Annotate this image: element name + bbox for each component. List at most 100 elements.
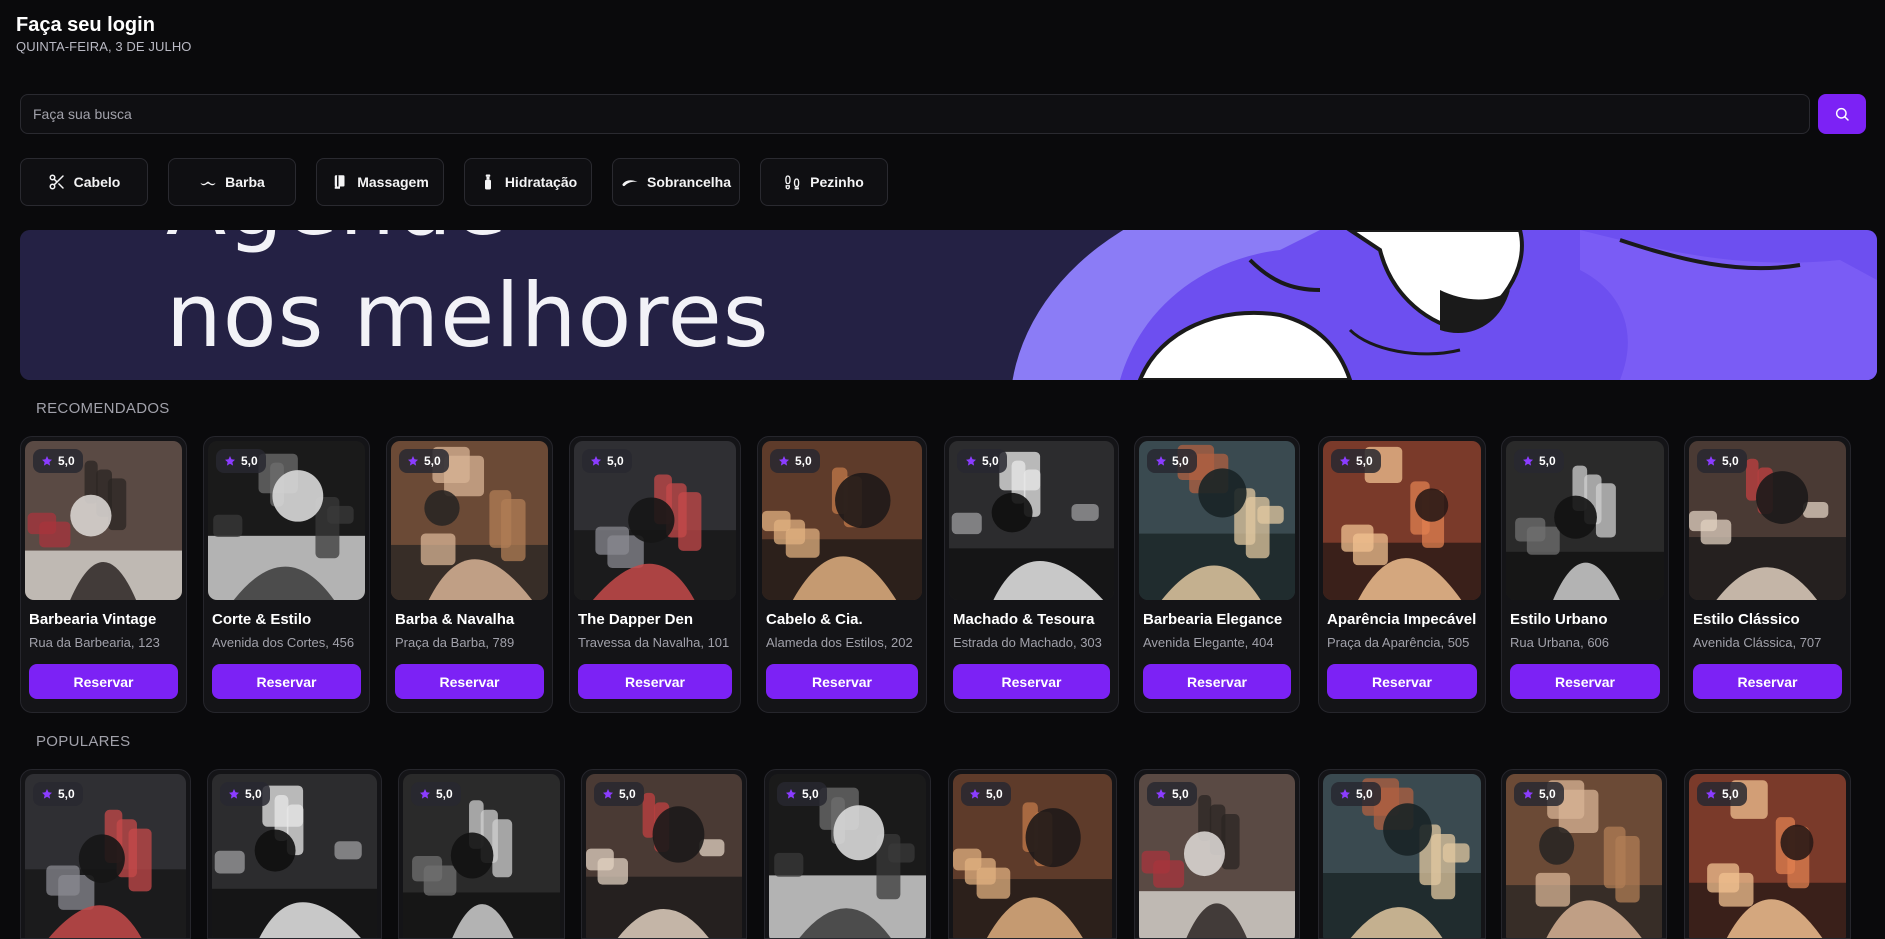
rating-badge: 5,0: [220, 782, 270, 806]
rating-badge: 5,0: [1147, 782, 1197, 806]
reserve-button[interactable]: Reservar: [1693, 664, 1842, 699]
quick-search-label: Sobrancelha: [646, 174, 732, 190]
barbershop-image[interactable]: 5,0: [1139, 441, 1295, 600]
reserve-button[interactable]: Reservar: [578, 664, 732, 699]
barbershop-image[interactable]: 5,0: [1323, 441, 1481, 600]
barbershop-image[interactable]: 5,0: [762, 441, 922, 600]
barbershop-address: Avenida Clássica, 707: [1693, 635, 1822, 650]
barbershop-card: 5,0: [764, 769, 931, 939]
quick-search-massagem[interactable]: Massagem: [316, 158, 444, 206]
rating-value: 5,0: [982, 454, 999, 468]
barbershop-image[interactable]: 5,0: [1689, 774, 1846, 938]
rating-value: 5,0: [607, 454, 624, 468]
quick-search-label: Massagem: [357, 174, 429, 190]
barbershop-name: Cabelo & Cia.: [766, 611, 863, 628]
star-icon: [420, 789, 430, 799]
barbershop-card: 5,0: [581, 769, 747, 939]
rating-badge: 5,0: [33, 782, 83, 806]
rating-value: 5,0: [245, 787, 262, 801]
quick-search-cabelo[interactable]: Cabelo: [20, 158, 148, 206]
reserve-button[interactable]: Reservar: [953, 664, 1110, 699]
barbershop-image[interactable]: 5,0: [586, 774, 742, 938]
quick-search-label: Barba: [225, 174, 265, 190]
barbershop-image[interactable]: 5,0: [574, 441, 736, 600]
barbershop-card: 5,0 Corte & Estilo Avenida dos Cortes, 4…: [203, 436, 370, 713]
barbershop-address: Avenida Elegante, 404: [1143, 635, 1274, 650]
rating-badge: 5,0: [957, 449, 1007, 473]
star-icon: [786, 789, 796, 799]
barbershop-name: Corte & Estilo: [212, 611, 312, 628]
rating-value: 5,0: [424, 454, 441, 468]
rating-value: 5,0: [241, 454, 258, 468]
spray-bottle-icon: [484, 174, 491, 190]
barbershop-name: Barbearia Elegance: [1143, 611, 1283, 628]
barbershop-card: 5,0: [1684, 769, 1851, 939]
barbershop-card: 5,0 The Dapper Den Travessa da Navalha, …: [569, 436, 741, 713]
barbershop-card: 5,0 Estilo Urbano Rua Urbana, 606 Reserv…: [1501, 436, 1669, 713]
current-date: QUINTA-FEIRA, 3 DE JULHO: [16, 39, 192, 54]
quick-search-sobrancelha[interactable]: Sobrancelha: [612, 158, 740, 206]
star-icon: [1156, 789, 1166, 799]
barbershop-image[interactable]: 5,0: [1506, 774, 1662, 938]
mustache-icon: [200, 181, 216, 186]
rating-badge: 5,0: [582, 449, 632, 473]
barbershop-address: Rua Urbana, 606: [1510, 635, 1610, 650]
rating-value: 5,0: [619, 787, 636, 801]
barbershop-name: The Dapper Den: [578, 611, 694, 628]
barbershop-image[interactable]: 5,0: [403, 774, 560, 938]
rating-value: 5,0: [1356, 787, 1373, 801]
rating-badge: 5,0: [770, 449, 820, 473]
rating-value: 5,0: [58, 454, 75, 468]
reserve-button[interactable]: Reservar: [29, 664, 178, 699]
rating-value: 5,0: [1722, 454, 1739, 468]
reserve-button[interactable]: Reservar: [1143, 664, 1291, 699]
rating-badge: 5,0: [1697, 449, 1747, 473]
barbershop-image[interactable]: 5,0: [953, 774, 1112, 938]
rating-badge: 5,0: [399, 449, 449, 473]
barbershop-image[interactable]: 5,0: [25, 774, 186, 938]
rating-badge: 5,0: [1147, 449, 1197, 473]
quick-search-label: Hidratação: [504, 174, 578, 190]
barbershop-image[interactable]: 5,0: [1323, 774, 1481, 938]
star-icon: [42, 789, 52, 799]
quick-search-hidratacao[interactable]: Hidratação: [464, 158, 592, 206]
search-bar: [20, 94, 1866, 134]
star-icon: [1340, 456, 1350, 466]
rating-badge: 5,0: [1697, 782, 1747, 806]
barbershop-image[interactable]: 5,0: [1506, 441, 1664, 600]
star-icon: [779, 456, 789, 466]
barbershop-image[interactable]: 5,0: [208, 441, 365, 600]
barbershop-image[interactable]: 5,0: [1689, 441, 1846, 600]
barbershop-name: Estilo Clássico: [1693, 611, 1800, 628]
barbershop-card: 5,0: [1134, 769, 1300, 939]
barbershop-address: Rua da Barbearia, 123: [29, 635, 160, 650]
rating-value: 5,0: [1722, 787, 1739, 801]
search-icon: [1835, 107, 1849, 121]
quick-search-pezinho[interactable]: Pezinho: [760, 158, 888, 206]
star-icon: [1523, 456, 1533, 466]
banner-headline: Agende nos melhores: [166, 230, 770, 367]
reserve-button[interactable]: Reservar: [1327, 664, 1477, 699]
barbershop-image[interactable]: 5,0: [769, 774, 926, 938]
barbershop-image[interactable]: 5,0: [391, 441, 548, 600]
rating-value: 5,0: [986, 787, 1003, 801]
barbershop-card: 5,0 Estilo Clássico Avenida Clássica, 70…: [1684, 436, 1851, 713]
barbershop-address: Avenida dos Cortes, 456: [212, 635, 355, 650]
star-icon: [591, 456, 601, 466]
barbershop-image[interactable]: 5,0: [25, 441, 182, 600]
barbershop-image[interactable]: 5,0: [949, 441, 1114, 600]
quick-search-barba[interactable]: Barba: [168, 158, 296, 206]
reserve-button[interactable]: Reservar: [212, 664, 361, 699]
eyebrow-icon: [622, 180, 638, 187]
barbershop-address: Estrada do Machado, 303: [953, 635, 1102, 650]
rating-value: 5,0: [795, 454, 812, 468]
reserve-button[interactable]: Reservar: [1510, 664, 1660, 699]
quick-search-label: Pezinho: [810, 174, 864, 190]
reserve-button[interactable]: Reservar: [395, 664, 544, 699]
search-button[interactable]: [1818, 94, 1866, 134]
reserve-button[interactable]: Reservar: [766, 664, 918, 699]
barbershop-card: 5,0: [20, 769, 191, 939]
barbershop-image[interactable]: 5,0: [1139, 774, 1295, 938]
barbershop-image[interactable]: 5,0: [212, 774, 377, 938]
search-input[interactable]: [20, 94, 1810, 134]
